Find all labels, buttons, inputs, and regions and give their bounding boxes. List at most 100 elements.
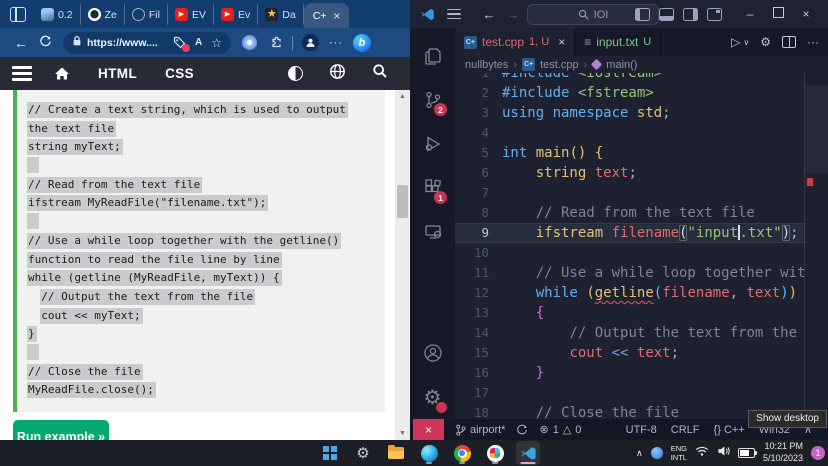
shopping-icon[interactable] [173,36,186,49]
scroll-up-icon[interactable]: ▲ [395,93,410,100]
search-icon[interactable] [372,63,388,84]
volume-icon[interactable] [717,444,730,462]
refresh-icon[interactable] [33,35,57,51]
back-icon[interactable]: ← [9,35,33,51]
remote-indicator[interactable]: × [413,419,444,440]
menu-icon[interactable] [447,9,461,20]
clock[interactable]: 10:21 PM5/10/2023 [763,441,803,464]
extensions-icon[interactable]: 1 [410,166,455,210]
address-bar[interactable]: https://www.... A ☆ [63,32,231,54]
vscode-app-icon[interactable] [516,441,540,465]
browser-tab[interactable]: ★Da [258,4,303,25]
onedrive-icon[interactable] [651,447,663,459]
tab-workspaces-icon[interactable] [10,7,26,22]
explorer-icon[interactable] [410,34,455,78]
eol-item[interactable]: CRLF [671,424,700,436]
tray-overflow-icon[interactable]: ∧ [636,448,643,459]
toggle-sidebar-icon[interactable] [635,8,650,21]
gray-favicon [132,8,145,21]
more-menu-icon[interactable]: ··· [329,37,343,49]
split-editor-icon[interactable] [782,36,796,48]
scrollbar-slider[interactable] [805,85,828,173]
code-editor[interactable]: 1#include <iostream>2#include <fstream>3… [455,73,805,419]
dark-mode-toggle-icon[interactable] [288,66,303,81]
extensions-puzzle-icon[interactable] [269,36,283,50]
edge-tab-list: 0.2 ZeFil▶EV▶Ev★DaC+× [34,0,349,28]
sync-icon[interactable] [516,424,528,436]
run-dropdown-icon[interactable]: ∨ [743,38,749,47]
code-text: MyReadFile.close(); [27,382,156,398]
edge-app-icon[interactable] [417,441,441,465]
editor-line: 13 { [455,303,805,323]
tab-input-txt[interactable]: ≡ input.txt U [575,28,661,56]
toggle-secondary-sidebar-icon[interactable] [683,8,698,21]
browser-tab[interactable]: 0.2 [34,4,81,25]
settings-gear-icon[interactable]: ⚙ [410,375,455,419]
remote-explorer-icon[interactable] [410,210,455,254]
language-item[interactable]: {} C++ [714,424,745,436]
tab-label: input.txt [596,35,638,49]
language-globe-icon[interactable] [329,63,346,85]
extensions-badge: 1 [434,191,447,204]
profile-avatar[interactable] [302,34,319,51]
breadcrumb-file[interactable]: test.cpp [540,59,579,71]
maximize-button[interactable] [764,7,792,21]
browser-tab[interactable]: ▶Ev [214,4,258,25]
encoding-item[interactable]: UTF-8 [626,424,657,436]
browser-tab[interactable]: ▶EV [168,4,214,25]
settings-app-icon[interactable]: ⚙ [351,441,375,465]
editor-line: 11 // Use a while loop together with the [455,263,805,283]
browser-tab[interactable]: C+× [304,3,350,28]
wifi-icon[interactable] [695,444,709,462]
customize-layout-icon[interactable] [707,8,722,21]
gear-icon[interactable]: ⚙ [760,35,771,49]
scroll-down-icon[interactable]: ▼ [395,430,410,437]
tab-title: 0.2 [58,9,73,21]
battery-icon[interactable] [738,448,755,458]
accounts-icon[interactable] [410,331,455,375]
language-indicator[interactable]: ENGINTL [671,444,687,463]
source-control-icon[interactable]: 2 [410,78,455,122]
breadcrumb-symbol[interactable]: main() [606,59,637,71]
run-debug-icon[interactable] [410,122,455,166]
slack-app-icon[interactable] [483,441,507,465]
problems-item[interactable]: ⊗ 1 △ 0 [539,423,581,436]
chevron-right-icon: › [513,59,517,71]
editor-line: 14 // Output the text from the file [455,323,805,343]
run-button[interactable]: ▷ [731,35,740,49]
tab-close-icon[interactable]: × [558,35,565,49]
chrome-app-icon[interactable] [450,441,474,465]
notification-badge[interactable]: 1 [811,446,825,460]
lang-bottom: INTL [671,453,687,462]
nav-link-html[interactable]: HTML [98,66,137,81]
breadcrumb[interactable]: nullbytes › C+ test.cpp › main() [455,56,828,73]
line-number: 1 [455,73,489,83]
run-example-button[interactable]: Run example » [13,420,109,440]
line-number: 15 [455,343,489,363]
close-button[interactable]: × [792,7,820,21]
read-aloud-icon[interactable]: A [195,37,202,48]
minimize-button[interactable]: – [736,7,764,21]
tab-label: test.cpp [482,35,524,49]
more-actions-icon[interactable]: ··· [807,35,819,49]
error-icon: ⊗ [539,423,548,436]
breadcrumb-folder[interactable]: nullbytes [465,59,508,71]
start-button[interactable] [318,441,342,465]
nav-link-css[interactable]: CSS [165,66,194,81]
editor-scrollbar[interactable] [804,73,828,419]
file-explorer-icon[interactable] [384,441,408,465]
scrollbar-thumb[interactable] [397,185,408,218]
browser-tab[interactable]: Fil [125,4,168,25]
nav-back-icon[interactable]: ← [477,7,501,22]
tab-close-icon[interactable]: × [333,9,340,23]
home-icon[interactable] [54,66,70,81]
browser-tab[interactable]: Ze [81,4,125,25]
browser-scrollbar[interactable]: ▲ ▼ [395,90,410,440]
menu-hamburger-icon[interactable] [12,66,32,81]
favorites-icon[interactable]: ☆ [211,36,222,50]
toggle-panel-icon[interactable] [659,8,674,21]
tab-test-cpp[interactable]: C+ test.cpp 1, U × [455,28,575,56]
bing-sidebar-icon[interactable]: b [353,34,371,52]
git-branch-item[interactable]: airport* [455,424,505,436]
copilot-icon[interactable] [242,35,257,50]
